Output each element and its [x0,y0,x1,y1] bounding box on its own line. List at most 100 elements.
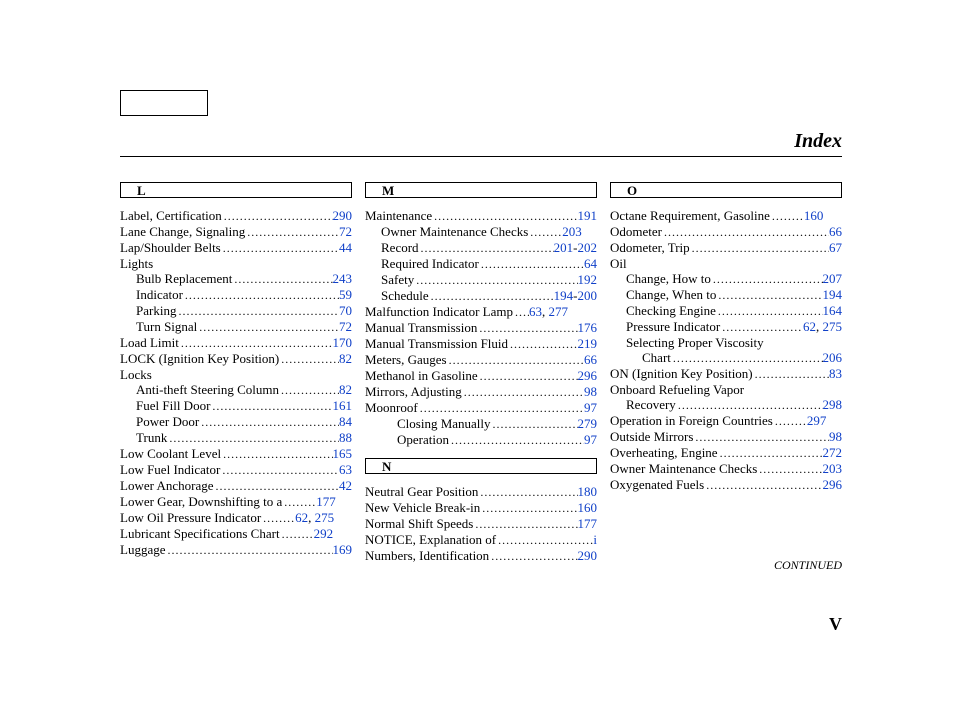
index-page-ref[interactable]: 194 [823,287,843,302]
index-page-ref[interactable]: i [593,532,597,547]
index-page-link[interactable]: 275 [315,510,335,525]
index-page-link[interactable]: 202 [578,240,598,255]
index-page-ref[interactable]: 169 [333,542,353,557]
index-letter: L [121,183,154,199]
index-page-ref[interactable]: 176 [578,320,598,335]
index-column: LLabel, Certification290Lane Change, Sig… [120,182,352,564]
index-entry: Manual Transmission 176 [365,320,597,336]
index-leader [419,240,554,256]
index-entry: Safety192 [365,272,597,288]
index-page-ref[interactable]: 67 [829,240,842,255]
index-page-ref[interactable]: 84 [339,414,352,429]
index-page-ref[interactable]: 97 [584,400,597,415]
index-page-link[interactable]: 62 [803,319,816,334]
index-page-ref[interactable]: 98 [829,429,842,444]
index-entry: Indicator59 [120,287,352,303]
index-page-ref[interactable]: 177 [316,494,336,509]
index-page-ref[interactable]: 72 [339,319,352,334]
index-page-ref[interactable]: 160 [578,500,598,515]
index-page-ref[interactable]: 290 [578,548,598,563]
index-leader [221,446,332,462]
index-page-ref[interactable]: 191 [578,208,598,223]
index-entry: Overheating, Engine 272 [610,445,842,461]
index-entry: Record201-202 [365,240,597,256]
index-page-ref[interactable]: 298 [823,397,843,412]
index-entry: Low Coolant Level 165 [120,446,352,462]
index-page-ref[interactable]: 203 [562,224,582,239]
index-entry-text: Anti-theft Steering Column [120,382,279,397]
index-page-ref[interactable]: 97 [584,432,597,447]
index-entry: Lights [120,256,352,271]
index-page-ref[interactable]: 66 [829,224,842,239]
index-leader [716,287,822,303]
index-page-ref[interactable]: 297 [807,413,827,428]
index-leader [280,526,314,542]
index-page-ref[interactable]: 219 [578,336,598,351]
index-page-ref[interactable]: 64 [584,256,597,271]
index-entry: Parking 70 [120,303,352,319]
index-page-ref[interactable]: 192 [578,272,598,287]
index-page-ref[interactable]: 88 [339,430,352,445]
index-page-ref[interactable]: 42 [339,478,352,493]
index-leader [477,320,577,336]
index-page-ref[interactable]: 44 [339,240,352,255]
index-page-ref[interactable]: 72 [339,224,352,239]
index-page-ref[interactable]: 170 [333,335,353,350]
index-page-ref[interactable]: 82 [339,351,352,366]
index-page-ref[interactable]: 206 [823,350,843,365]
index-page-ref[interactable]: 207 [823,271,843,286]
index-page-ref[interactable]: 70 [339,303,352,318]
index-page-ref[interactable]: 272 [823,445,843,460]
index-page-ref[interactable]: 62, 275 [803,319,842,334]
index-entry: Low Fuel Indicator63 [120,462,352,478]
index-entry-text: Manual Transmission [365,320,477,335]
index-page-link[interactable]: 201 [554,240,574,255]
index-page-ref[interactable]: 164 [823,303,843,318]
index-leader [179,335,333,351]
index-entry-text: Operation [365,432,449,447]
index-page-link[interactable]: 200 [578,288,598,303]
index-leader [718,445,823,461]
index-page-link[interactable]: 62 [295,510,308,525]
index-entry-text: NOTICE, Explanation of [365,532,496,547]
index-page-ref[interactable]: 160 [804,208,824,223]
index-entry-text: Overheating, Engine [610,445,718,460]
index-page-ref[interactable]: 194-200 [554,288,597,303]
index-page-ref[interactable]: 177 [578,516,598,531]
index-page-ref[interactable]: 165 [333,446,353,461]
index-entry: Odometer, Trip67 [610,240,842,256]
index-page-ref[interactable]: 63 [339,462,352,477]
index-page-ref[interactable]: 203 [823,461,843,476]
index-page-link[interactable]: 277 [549,304,569,319]
index-entry: Required Indicator64 [365,256,597,272]
index-entry-text: Parking [120,303,176,318]
index-page-ref[interactable]: 63, 277 [529,304,568,319]
index-page-ref[interactable]: 180 [578,484,598,499]
index-leader [245,224,339,240]
index-page-ref[interactable]: 83 [829,366,842,381]
index-entry: NOTICE, Explanation of i [365,532,597,548]
index-page-ref[interactable]: 98 [584,384,597,399]
index-page-link[interactable]: 194 [554,288,574,303]
index-page-link[interactable]: 275 [823,319,843,334]
index-page-ref[interactable]: 82 [339,382,352,397]
index-entry-text: Low Coolant Level [120,446,221,461]
index-entry-text: Oxygenated Fuels [610,477,704,492]
index-page-ref[interactable]: 59 [339,287,352,302]
index-page-ref[interactable]: 66 [584,352,597,367]
index-page-ref[interactable]: 62, 275 [295,510,334,525]
index-page-ref[interactable]: 292 [314,526,334,541]
index-column: OOctane Requirement, Gasoline160Odometer… [610,182,842,564]
index-page-ref[interactable]: 161 [333,398,353,413]
index-page-ref[interactable]: 296 [823,477,843,492]
index-page-ref[interactable]: 296 [578,368,598,383]
index-leader [282,494,316,510]
index-page-ref[interactable]: 279 [578,416,598,431]
index-page-ref[interactable]: 290 [333,208,353,223]
index-page-link[interactable]: 63 [529,304,542,319]
index-entry-text: Manual Transmission Fluid [365,336,508,351]
index-page-ref[interactable]: 243 [333,271,353,286]
index-entry: Methanol in Gasoline296 [365,368,597,384]
index-entry-text: Bulb Replacement [120,271,232,286]
index-page-ref[interactable]: 201-202 [554,240,597,255]
